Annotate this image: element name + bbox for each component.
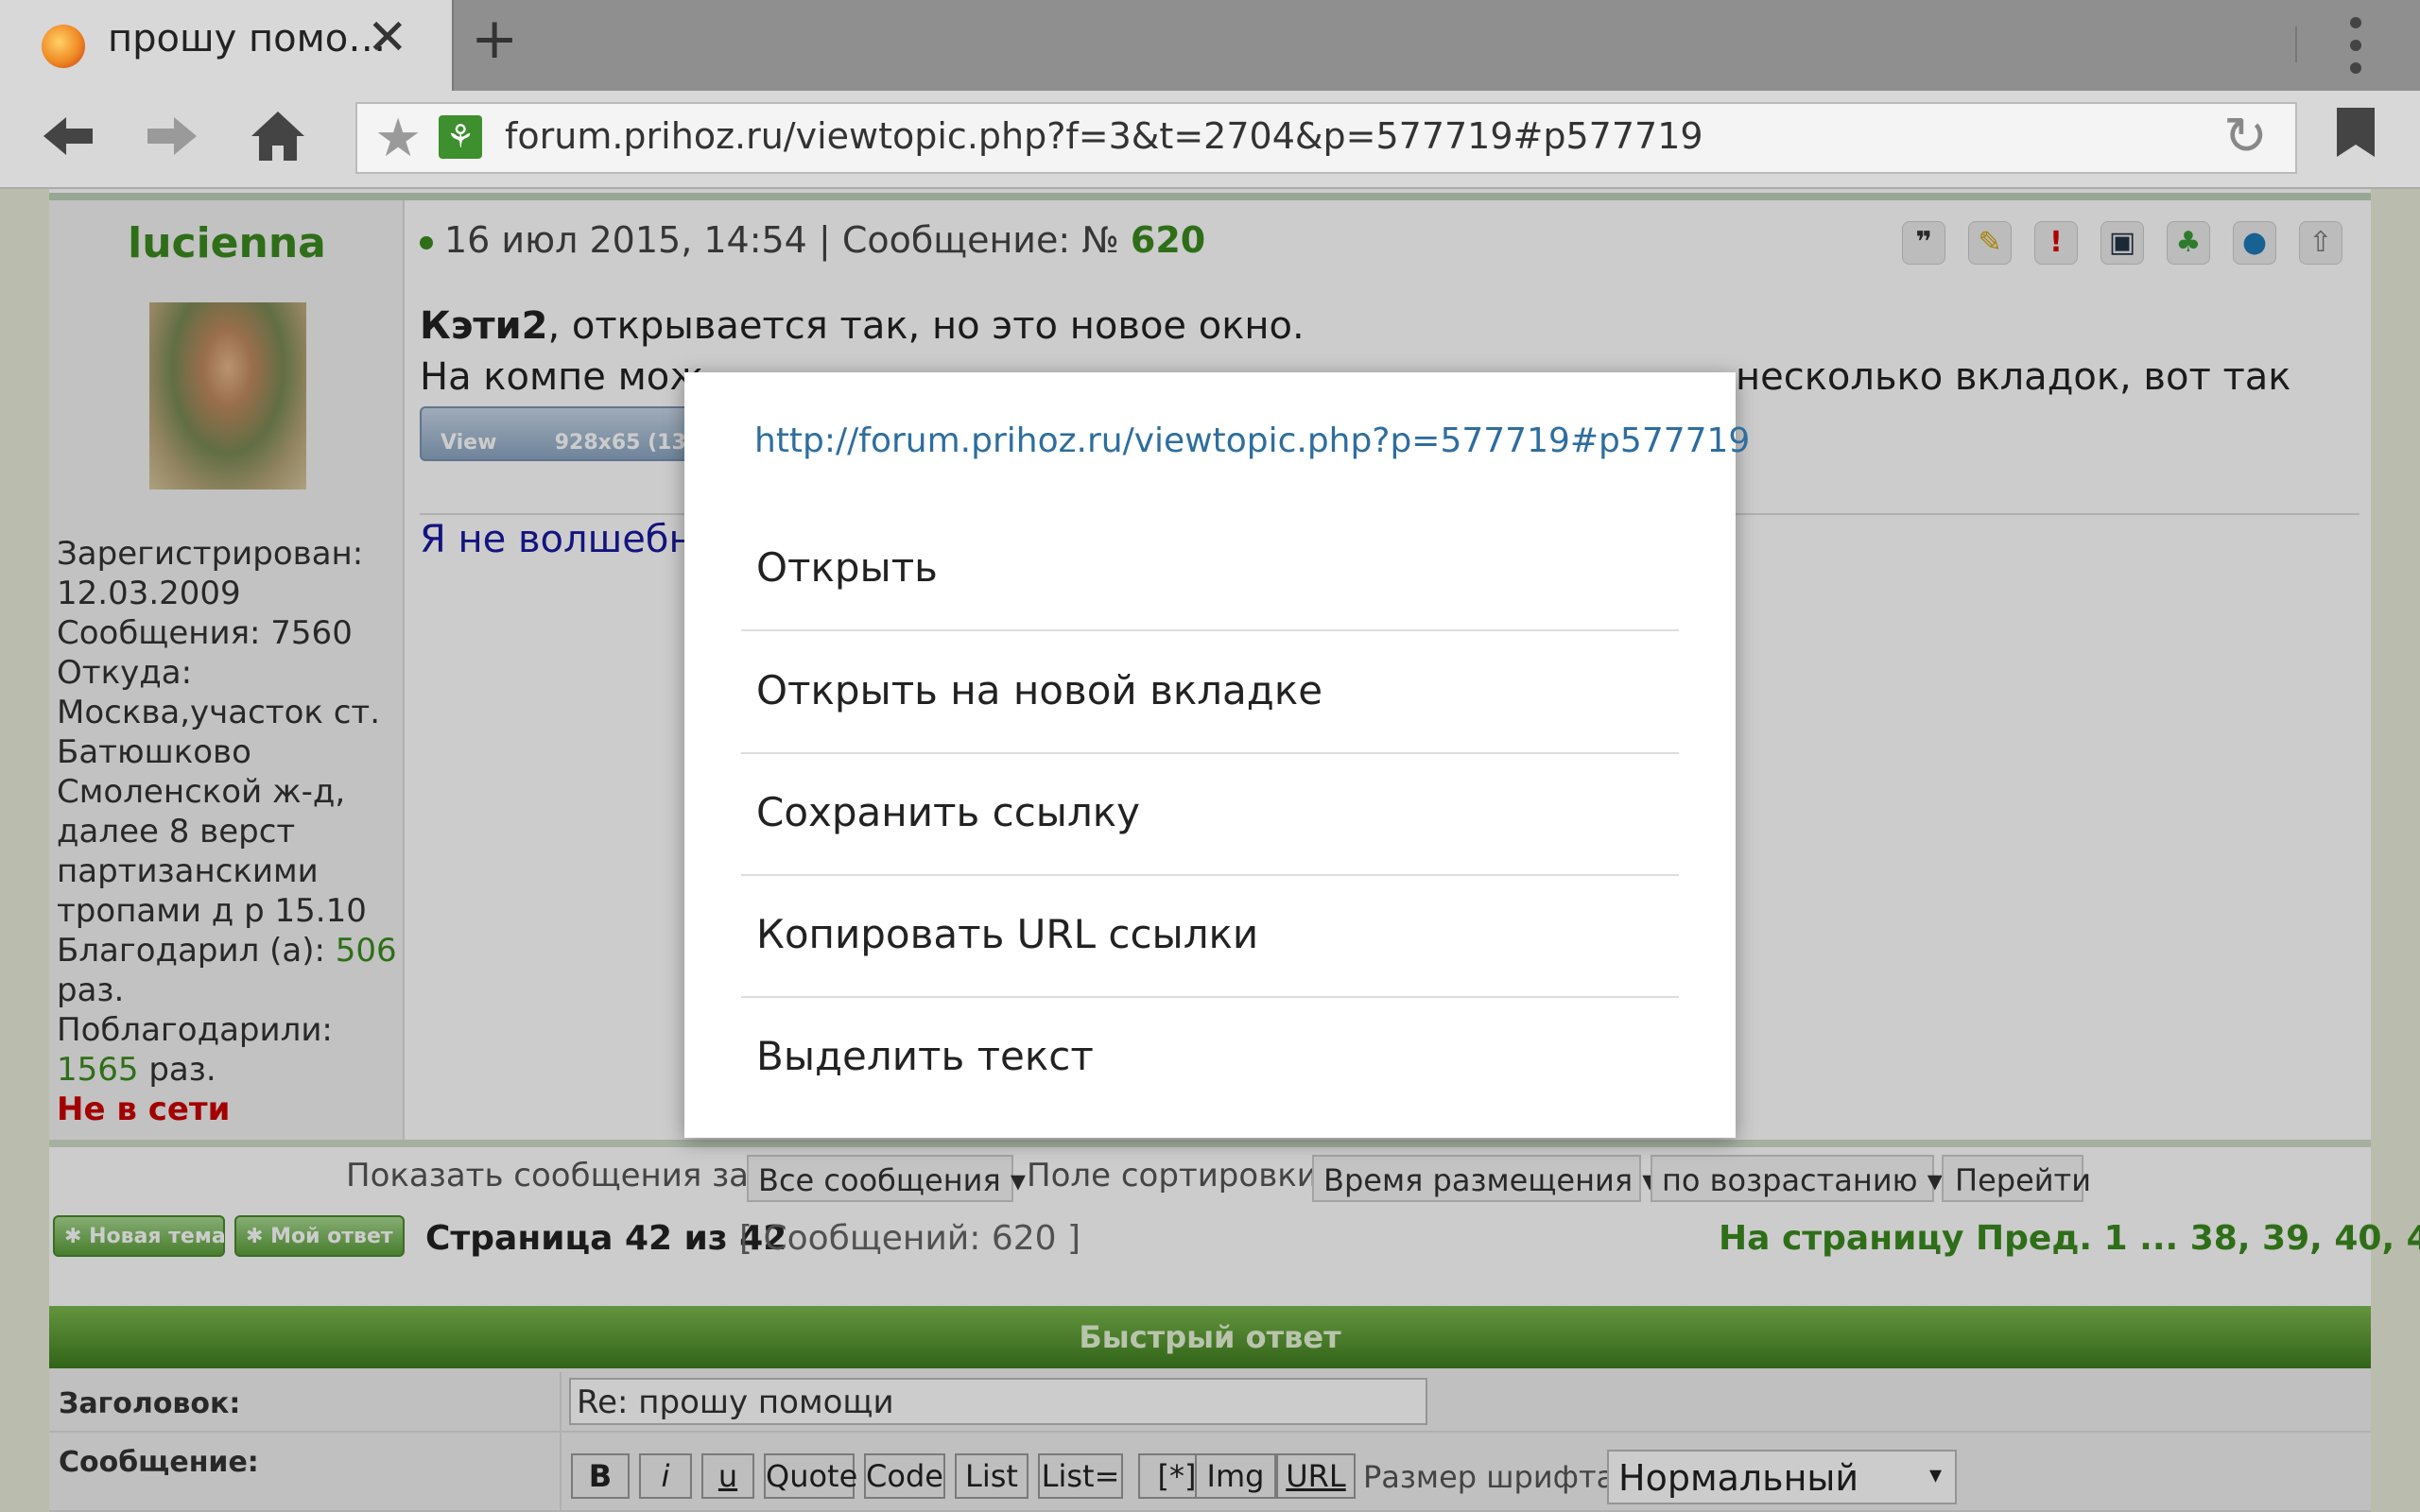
tab-separator — [2295, 26, 2297, 62]
menu-item-save-link[interactable]: Сохранить ссылку — [756, 789, 1140, 835]
menu-icon[interactable] — [2346, 17, 2365, 74]
menu-item-select-text[interactable]: Выделить текст — [756, 1033, 1094, 1079]
context-menu-url: http://forum.prihoz.ru/viewtopic.php?p=5… — [754, 421, 1751, 460]
star-icon[interactable]: ★ — [374, 108, 422, 169]
forward-icon[interactable] — [142, 106, 202, 177]
menu-item-open[interactable]: Открыть — [756, 544, 938, 591]
site-favicon-icon: ⚘ — [439, 115, 482, 159]
menu-divider — [741, 752, 1679, 754]
menu-divider — [741, 996, 1679, 998]
menu-item-copy-url[interactable]: Копировать URL ссылки — [756, 911, 1258, 957]
menu-divider — [741, 629, 1679, 631]
back-icon[interactable] — [38, 106, 98, 177]
menu-divider — [741, 874, 1679, 876]
tab-favicon — [42, 25, 85, 68]
menu-item-open-new-tab[interactable]: Открыть на новой вкладке — [756, 667, 1322, 713]
link-context-menu — [684, 372, 1736, 1138]
home-icon[interactable] — [248, 106, 308, 177]
tab-title[interactable]: прошу помо… — [108, 17, 386, 60]
new-tab-button[interactable]: + — [471, 6, 518, 72]
url-text[interactable]: forum.prihoz.ru/viewtopic.php?f=3&t=2704… — [505, 115, 1703, 157]
tab-close-icon[interactable]: ✕ — [367, 9, 408, 66]
reload-icon[interactable]: ↻ — [2223, 106, 2268, 167]
